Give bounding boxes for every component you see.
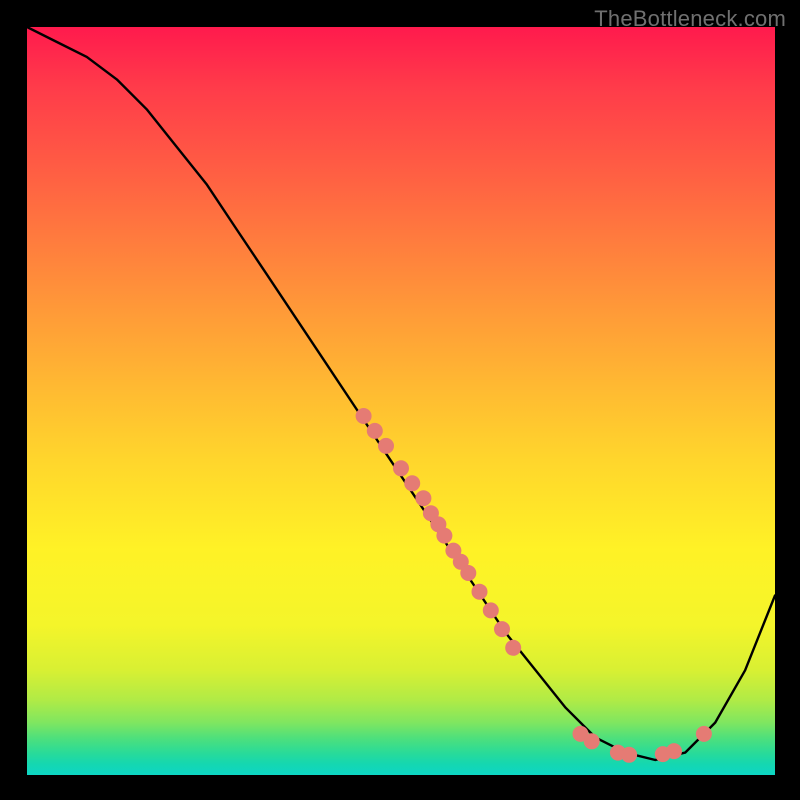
plot-svg	[27, 27, 775, 775]
sample-dot	[367, 423, 383, 439]
sample-dot	[460, 565, 476, 581]
sample-dot	[404, 475, 420, 491]
chart-stage: TheBottleneck.com	[0, 0, 800, 800]
sample-dot	[483, 602, 499, 618]
sample-dot	[696, 726, 712, 742]
sample-dot	[666, 743, 682, 759]
sample-dot	[472, 584, 488, 600]
sample-dot	[393, 460, 409, 476]
sample-dot	[584, 733, 600, 749]
sample-dot	[378, 438, 394, 454]
sample-dot	[415, 490, 431, 506]
watermark-text: TheBottleneck.com	[594, 6, 786, 32]
sample-dot	[494, 621, 510, 637]
dots-group	[356, 408, 712, 763]
sample-dot	[356, 408, 372, 424]
plot-area	[27, 27, 775, 775]
sample-dot	[505, 640, 521, 656]
sample-dot	[621, 747, 637, 763]
bottleneck-curve	[27, 27, 775, 760]
sample-dot	[436, 528, 452, 544]
